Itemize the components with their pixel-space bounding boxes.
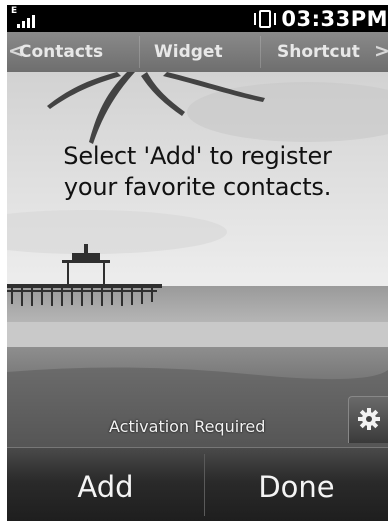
wallpaper-image	[7, 72, 388, 447]
tab-contacts[interactable]: Contacts	[19, 32, 103, 72]
instruction-line-1: Select 'Add' to register	[63, 142, 332, 170]
signal-strength-icon	[17, 14, 43, 28]
tab-bar: < Contacts Widget Shortcut >	[7, 32, 388, 72]
done-button[interactable]: Done	[205, 448, 388, 521]
tab-widget[interactable]: Widget	[154, 32, 223, 72]
status-bar: E 03:33PM	[7, 5, 388, 32]
tab-scroll-right-icon[interactable]: >	[374, 32, 388, 72]
add-button[interactable]: Add	[7, 448, 204, 521]
clock: 03:33PM	[281, 7, 388, 31]
tab-divider	[260, 36, 261, 68]
settings-button[interactable]	[348, 396, 388, 443]
instruction-line-2: your favorite contacts.	[63, 173, 332, 201]
tab-shortcut[interactable]: Shortcut	[277, 32, 360, 72]
softkey-bar: Add Done	[7, 447, 388, 521]
gear-icon	[358, 408, 380, 430]
instruction-text: Select 'Add' to register your favorite c…	[7, 141, 388, 203]
vibrate-icon	[254, 10, 276, 28]
tab-divider	[139, 36, 140, 68]
activation-required-label: Activation Required	[109, 417, 266, 436]
phone-screen: E 03:33PM < Contacts Widget Shortcut > S…	[7, 5, 388, 521]
